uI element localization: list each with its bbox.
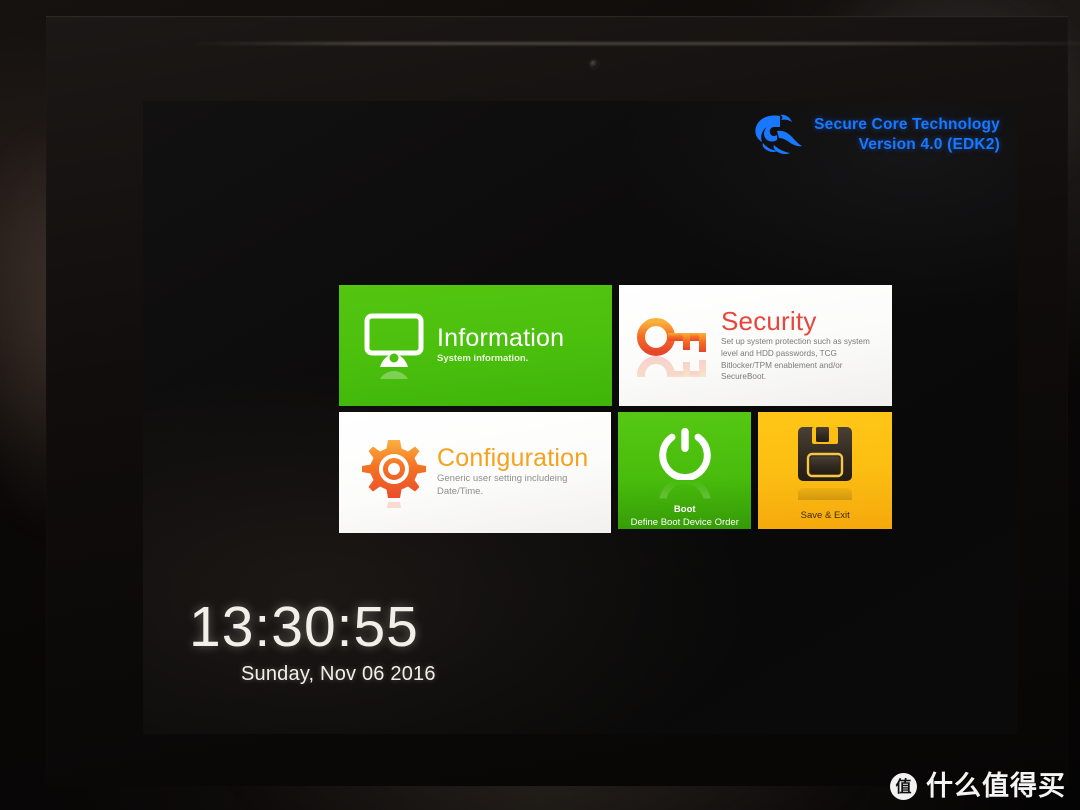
information-icon-box xyxy=(351,313,437,379)
brand-line-1: Secure Core Technology xyxy=(814,116,1000,134)
security-icon-box xyxy=(625,315,721,377)
main-menu-tile-grid: Information System information. Security… xyxy=(339,285,892,533)
watermark: 值 什么值得买 xyxy=(890,773,1066,800)
floppy-disk-icon xyxy=(798,427,853,481)
tile-boot[interactable]: Boot Define Boot Device Order xyxy=(617,412,752,529)
configuration-title: Configuration xyxy=(437,444,589,473)
tile-row-1: Information System information. Security… xyxy=(339,285,892,406)
brand-line-2: Version 4.0 (EDK2) xyxy=(858,136,1000,153)
laptop-photo-frame: Secure Core Technology Version 4.0 (EDK2… xyxy=(0,0,1080,810)
laptop-bezel: Secure Core Technology Version 4.0 (EDK2… xyxy=(46,16,1080,786)
boot-title: Boot xyxy=(673,504,696,516)
power-icon-reflection xyxy=(659,477,711,499)
brand-title-block: Secure Core Technology Version 4.0 (EDK2… xyxy=(814,115,1000,155)
watermark-badge-icon: 值 xyxy=(890,773,917,800)
brand-header: Secure Core Technology Version 4.0 (EDK2… xyxy=(750,113,1000,157)
bezel-top-highlight xyxy=(186,42,1080,45)
key-icon xyxy=(637,317,706,377)
save-exit-label-block: Save & Exit xyxy=(801,510,850,522)
webcam-icon xyxy=(590,60,598,68)
tile-security[interactable]: Security Set up system protection such a… xyxy=(619,285,892,406)
monitor-icon xyxy=(364,313,424,379)
ibex-antelope-logo-icon xyxy=(755,114,803,155)
floppy-disk-icon-reflection xyxy=(798,488,853,500)
boot-label-block: Boot Define Boot Device Order xyxy=(631,504,739,529)
information-subtitle: System information. xyxy=(437,352,529,364)
tile-save-exit[interactable]: Save & Exit xyxy=(758,412,892,529)
watermark-text: 什么值得买 xyxy=(926,771,1066,802)
bios-setup-screen: Secure Core Technology Version 4.0 (EDK2… xyxy=(143,101,1018,734)
information-title: Information xyxy=(437,323,565,352)
security-subtitle: Set up system protection such as system … xyxy=(721,337,870,382)
configuration-icon-box xyxy=(351,438,437,508)
save-exit-title: Save & Exit xyxy=(800,510,850,521)
power-icon xyxy=(659,427,711,480)
security-text-box: Security Set up system protection such a… xyxy=(721,308,892,383)
gear-icon xyxy=(362,439,426,508)
clock-block: 13:30:55 Sunday, Nov 06 2016 xyxy=(189,599,436,686)
information-text-box: Information System information. xyxy=(437,323,612,366)
configuration-subtitle: Generic user setting includeing Date/Tim… xyxy=(437,473,568,497)
tile-configuration[interactable]: Configuration Generic user setting inclu… xyxy=(339,412,611,533)
clock-date: Sunday, Nov 06 2016 xyxy=(241,663,436,685)
boot-subtitle: Define Boot Device Order xyxy=(630,516,739,528)
security-title: Security xyxy=(721,306,817,337)
clock-time: 13:30:55 xyxy=(189,595,419,659)
configuration-text-box: Configuration Generic user setting inclu… xyxy=(437,446,611,499)
tile-information[interactable]: Information System information. xyxy=(339,285,612,406)
tile-row-2: Configuration Generic user setting inclu… xyxy=(339,412,892,533)
